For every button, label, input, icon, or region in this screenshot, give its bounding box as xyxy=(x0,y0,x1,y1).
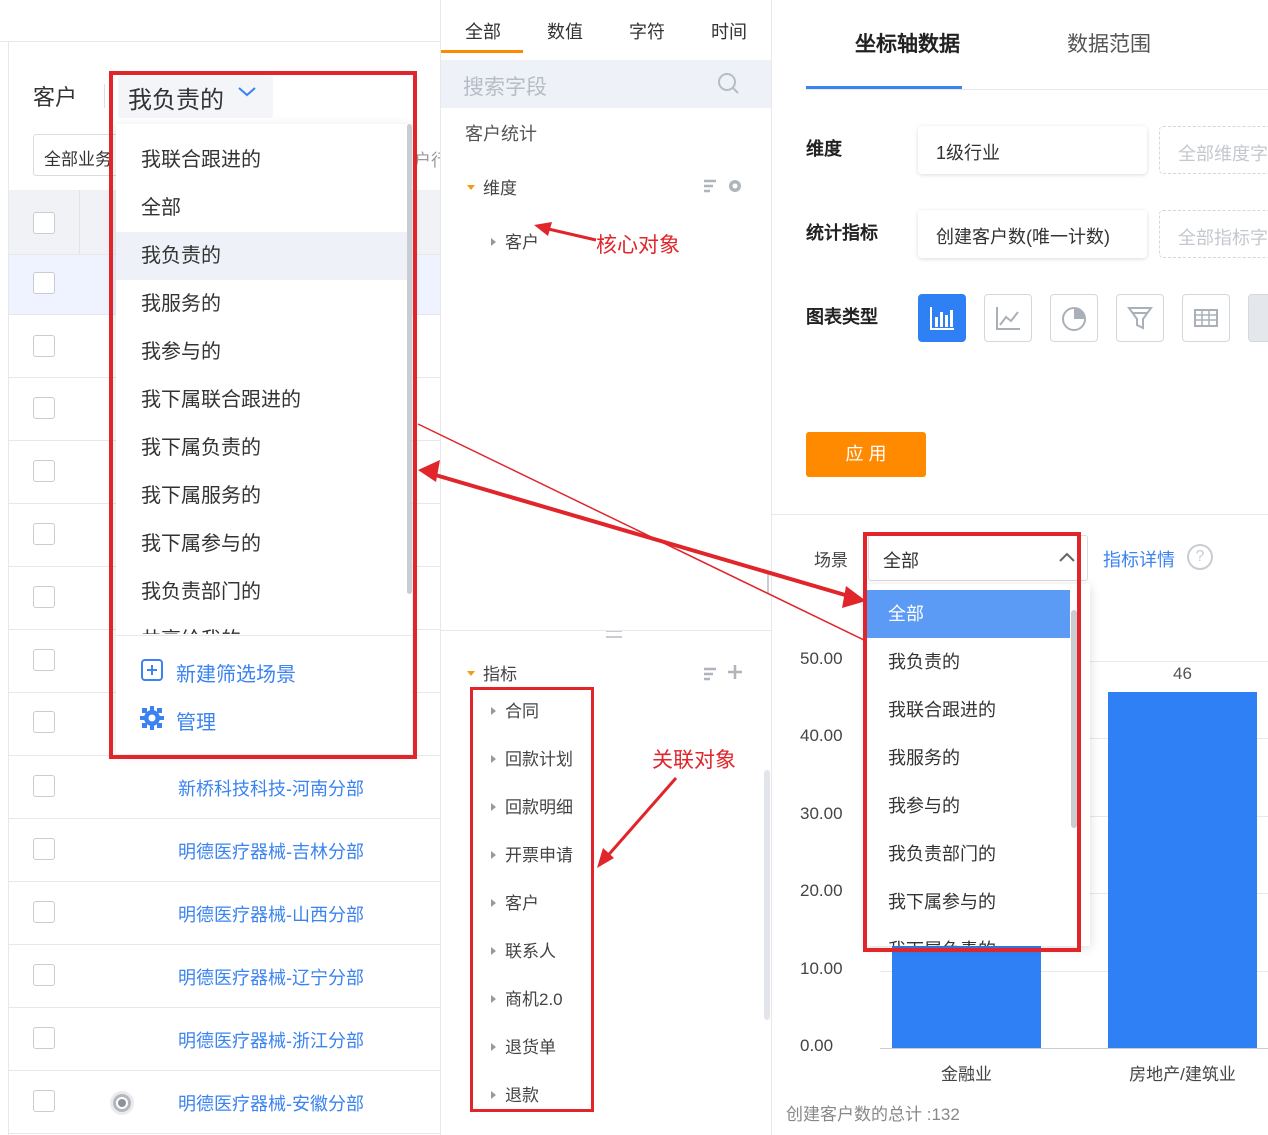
arrow-thin xyxy=(417,423,867,642)
arrow-double xyxy=(431,472,853,599)
arrow-related-object xyxy=(602,777,678,861)
arrow-core-object xyxy=(543,226,597,242)
annotation-arrows xyxy=(417,222,867,868)
